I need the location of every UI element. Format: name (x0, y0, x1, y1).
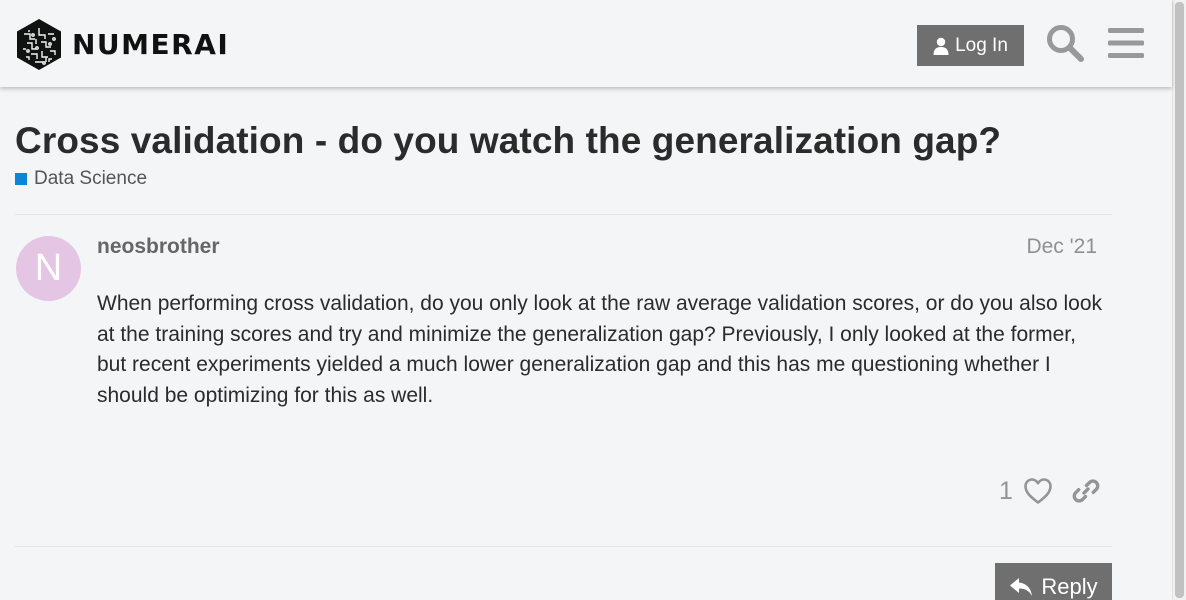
hamburger-menu-icon[interactable] (1108, 26, 1144, 60)
topic-divider (15, 214, 1112, 215)
page-scrollbar[interactable] (1172, 0, 1186, 600)
post-date[interactable]: Dec '21 (1026, 235, 1097, 259)
like-count[interactable]: 1 (999, 477, 1013, 506)
post-divider (15, 546, 1112, 547)
brand-wordmark: NUMERAI (72, 28, 230, 61)
post-body: When performing cross validation, do you… (97, 292, 1103, 407)
reply-button[interactable]: Reply (995, 563, 1112, 600)
post-username[interactable]: neosbrother (97, 235, 220, 259)
site-header: NUMERAI Log In (0, 0, 1172, 87)
heart-icon[interactable] (1023, 477, 1053, 505)
category-badge[interactable]: Data Science (15, 168, 147, 190)
avatar[interactable]: N (16, 236, 81, 301)
numerai-logo[interactable]: NUMERAI (15, 18, 229, 71)
topic-title: Cross validation - do you watch the gene… (15, 120, 1002, 161)
search-icon[interactable] (1045, 23, 1085, 63)
login-button-label: Log In (955, 34, 1008, 56)
numerai-logo-icon (17, 19, 61, 70)
category-color-swatch (15, 173, 27, 185)
login-button[interactable]: Log In (917, 25, 1024, 66)
category-label: Data Science (34, 168, 148, 189)
reply-button-label: Reply (1041, 574, 1098, 599)
user-icon (933, 37, 949, 55)
reply-icon (1010, 578, 1033, 596)
link-icon[interactable] (1072, 477, 1100, 505)
scrollbar-thumb[interactable] (1175, 2, 1184, 598)
